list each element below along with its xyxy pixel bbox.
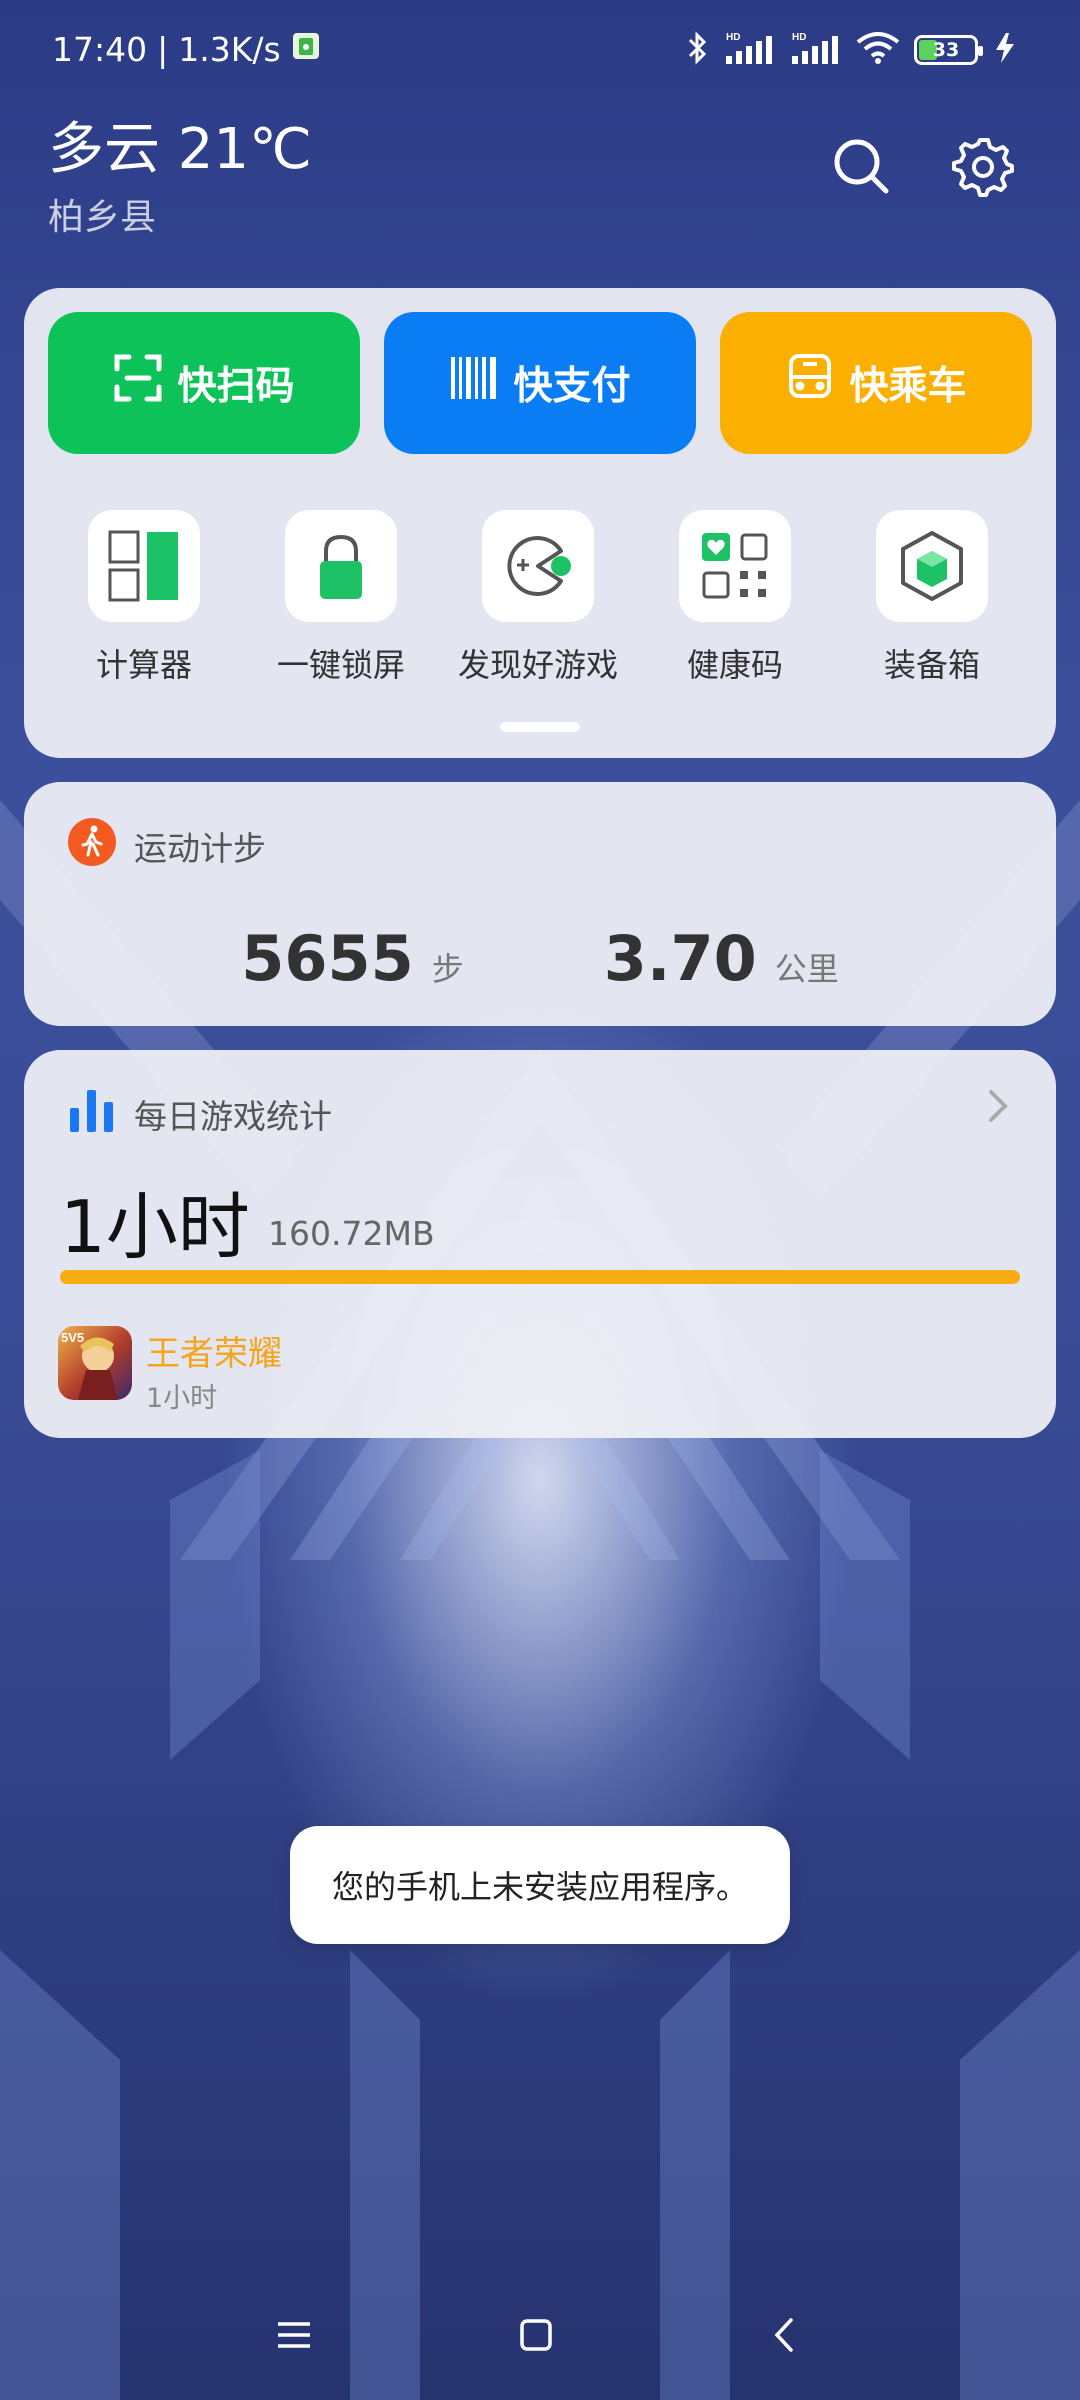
game-stats-card[interactable]: 每日游戏统计 1小时 160.72MB 5V5 王者荣耀 1小时 — [24, 1050, 1056, 1438]
charging-icon — [992, 31, 1018, 69]
tool-calculator-label: 计算器 — [95, 646, 192, 684]
game-stats-title: 每日游戏统计 — [134, 1097, 332, 1136]
step-counter-card[interactable]: 运动计步 5655 步 3.70 公里 — [24, 782, 1056, 1026]
tool-equipment-box-label: 装备箱 — [883, 646, 980, 684]
walking-icon — [68, 818, 116, 874]
step-counter-title: 运动计步 — [134, 829, 266, 868]
search-icon[interactable] — [830, 135, 892, 197]
hd-signal-icon: HD — [724, 30, 776, 70]
game-data-used: 160.72MB — [268, 1214, 435, 1253]
game-total-time: 1小时 — [60, 1185, 250, 1269]
app-notification-icon — [291, 30, 321, 69]
health-qr-icon — [679, 510, 791, 622]
settings-icon[interactable] — [952, 135, 1014, 197]
bus-icon — [785, 353, 835, 413]
game-app-icon-text: 5V5 — [61, 1330, 84, 1345]
calculator-icon — [88, 510, 200, 622]
tool-health-code[interactable]: 健康码 — [645, 510, 825, 686]
distance-unit: 公里 — [774, 950, 839, 988]
home-icon[interactable] — [506, 2310, 566, 2360]
battery-icon: 33 — [914, 35, 983, 65]
back-icon[interactable] — [754, 2310, 814, 2360]
game-controller-icon — [482, 510, 594, 622]
lock-icon — [285, 510, 397, 622]
steps-unit: 步 — [431, 950, 464, 988]
quick-bus-label: 快乘车 — [849, 364, 967, 409]
game-app-icon[interactable]: 5V5 — [58, 1326, 132, 1400]
quick-scan-label: 快扫码 — [177, 364, 295, 409]
quick-pay-button[interactable]: 快支付 — [384, 312, 696, 454]
tool-discover-games-label: 发现好游戏 — [457, 646, 618, 684]
tool-lock-screen-label: 一键锁屏 — [276, 646, 405, 684]
svg-text:HD: HD — [792, 32, 806, 43]
quick-bus-button[interactable]: 快乘车 — [720, 312, 1032, 454]
game-stats-header: 每日游戏统计 — [68, 1086, 332, 1142]
bluetooth-icon — [686, 30, 710, 70]
weather-location[interactable]: 柏乡县 — [48, 188, 156, 240]
status-right: HD HD 33 — [686, 30, 1018, 70]
cube-icon — [876, 510, 988, 622]
wifi-icon — [856, 30, 900, 70]
navigation-bar — [0, 2290, 1080, 2380]
steps-value: 5655 — [241, 922, 414, 995]
barcode-icon — [449, 353, 499, 413]
game-app-time: 1小时 — [146, 1383, 218, 1414]
quick-actions-card: 快扫码 快支付 快乘车 计算器 一键锁屏 发现好游戏 健康码 装备箱 — [24, 288, 1056, 758]
status-separator: | — [157, 30, 169, 69]
toast-message: 您的手机上未安装应用程序。 — [290, 1826, 790, 1944]
drag-handle[interactable] — [500, 722, 580, 732]
status-time: 17:40 — [52, 30, 148, 69]
weather-summary[interactable]: 多云 21℃ — [48, 104, 312, 185]
step-counter-header: 运动计步 — [68, 818, 266, 874]
quick-scan-button[interactable]: 快扫码 — [48, 312, 360, 454]
battery-level: 33 — [932, 39, 960, 61]
game-usage-bar — [60, 1270, 1020, 1284]
steps-distance: 3.70 公里 — [604, 922, 839, 995]
tool-lock-screen[interactable]: 一键锁屏 — [251, 510, 431, 686]
quick-pay-label: 快支付 — [513, 364, 631, 409]
tool-discover-games[interactable]: 发现好游戏 — [448, 510, 628, 686]
tool-health-code-label: 健康码 — [686, 646, 783, 684]
bar-chart-icon — [68, 1086, 116, 1142]
net-speed: 1.3K/s — [178, 30, 281, 69]
game-app-name[interactable]: 王者荣耀 — [146, 1326, 282, 1375]
menu-icon[interactable] — [264, 2310, 324, 2360]
status-bar: 17:40 | 1.3K/s HD HD 33 — [0, 0, 1080, 100]
steps-row: 5655 步 3.70 公里 — [24, 922, 1056, 995]
tool-equipment-box[interactable]: 装备箱 — [842, 510, 1022, 686]
tool-calculator[interactable]: 计算器 — [54, 510, 234, 686]
distance-value: 3.70 — [603, 922, 757, 995]
steps-count: 5655 步 — [241, 922, 464, 995]
hd-signal-icon: HD — [790, 30, 842, 70]
chevron-right-icon[interactable] — [986, 1088, 1010, 1128]
status-left: 17:40 | 1.3K/s — [52, 30, 321, 69]
svg-text:HD: HD — [726, 32, 740, 43]
scan-icon — [113, 353, 163, 413]
